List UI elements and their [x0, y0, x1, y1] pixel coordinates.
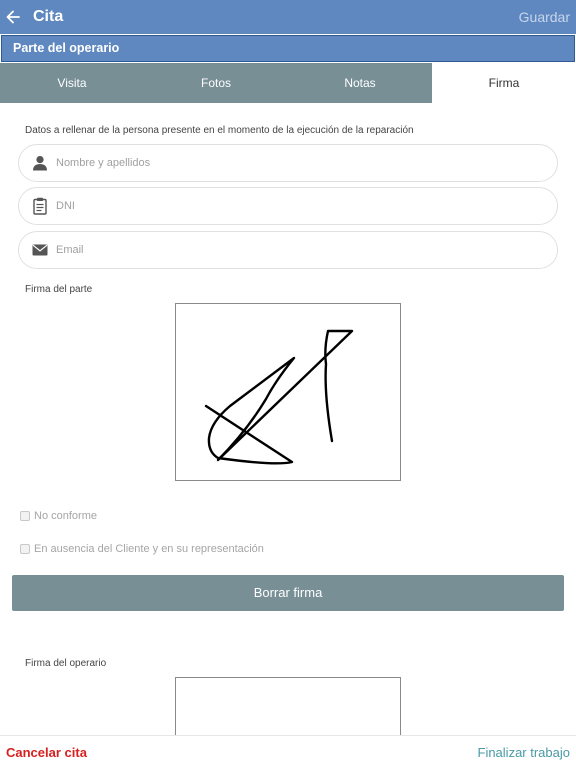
no-conforme-box[interactable]: [20, 511, 30, 521]
name-input[interactable]: [56, 157, 516, 169]
signature-drawing: [204, 329, 354, 465]
dni-input[interactable]: [56, 200, 516, 212]
section-title: Parte del operario: [1, 35, 575, 62]
no-conforme-label: No conforme: [34, 510, 97, 522]
tab-firma[interactable]: Firma: [432, 63, 576, 103]
ausencia-label: En ausencia del Cliente y en su represen…: [34, 543, 264, 555]
tab-visita[interactable]: Visita: [0, 63, 144, 103]
finish-job-button[interactable]: Finalizar trabajo: [478, 736, 571, 768]
name-field[interactable]: [18, 144, 558, 182]
form-intro-text: Datos a rellenar de la persona presente …: [25, 125, 414, 136]
envelope-icon: [28, 238, 52, 262]
ausencia-checkbox[interactable]: En ausencia del Cliente y en su represen…: [20, 543, 264, 555]
signature-operator-label: Firma del operario: [25, 658, 107, 669]
email-input[interactable]: [56, 244, 516, 256]
person-icon: [28, 151, 52, 175]
back-button[interactable]: [0, 0, 26, 34]
tab-bar: Visita Fotos Notas Firma: [0, 63, 576, 103]
no-conforme-checkbox[interactable]: No conforme: [20, 510, 97, 522]
tab-fotos[interactable]: Fotos: [144, 63, 288, 103]
arrow-left-icon: [6, 10, 20, 24]
app-bar: Cita Guardar: [0, 0, 576, 34]
cancel-appointment-button[interactable]: Cancelar cita: [6, 736, 87, 768]
clipboard-icon: [28, 194, 52, 218]
clear-signature-button[interactable]: Borrar firma: [12, 575, 564, 611]
signature-part-label: Firma del parte: [25, 284, 93, 295]
save-button[interactable]: Guardar: [519, 0, 570, 34]
ausencia-box[interactable]: [20, 544, 30, 554]
page-title: Cita: [33, 8, 64, 25]
bottom-action-bar: Cancelar cita Finalizar trabajo: [0, 735, 576, 768]
email-field[interactable]: [18, 231, 558, 269]
dni-field[interactable]: [18, 187, 558, 225]
signature-part-pad[interactable]: [175, 303, 401, 481]
tab-notas[interactable]: Notas: [288, 63, 432, 103]
